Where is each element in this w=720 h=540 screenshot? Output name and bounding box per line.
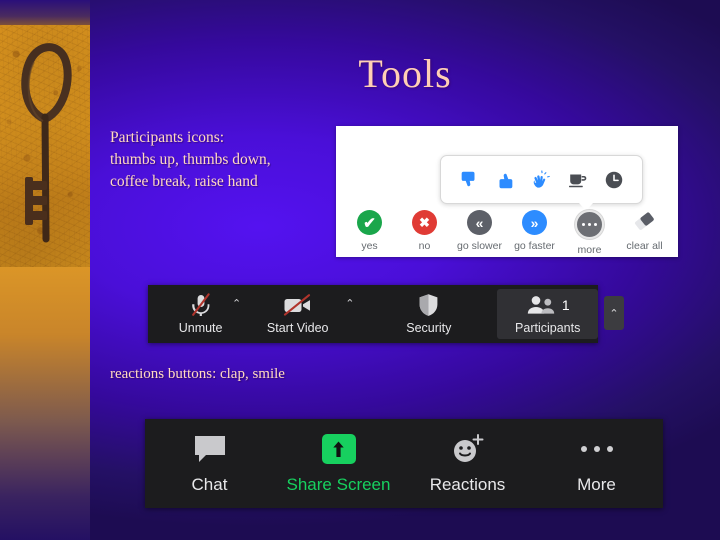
status-label: no <box>418 240 431 252</box>
clapping-hands-icon[interactable] <box>530 169 552 191</box>
status-label: yes <box>361 240 378 252</box>
security-button[interactable]: Security <box>390 285 467 343</box>
zoom-controls-toolbar: Unmute ⌃ Start Video ⌃ Security 1 Partic… <box>148 285 624 343</box>
microphone-muted-icon <box>190 293 212 317</box>
toolbar-label: Unmute <box>178 321 223 335</box>
status-label: go slower <box>457 240 502 252</box>
status-item-go-faster[interactable]: » go faster <box>507 210 562 252</box>
key-icon <box>21 43 72 243</box>
nonverbal-status-row: ✔ yes ✖ no « go slower » go faster more <box>336 210 678 256</box>
unmute-button[interactable]: Unmute ⌃ <box>162 285 241 343</box>
eraser-icon[interactable] <box>632 210 658 235</box>
reactions-smiley-icon <box>450 432 486 466</box>
camera-muted-icon <box>283 293 313 317</box>
zoom-actions-toolbar: Chat Share Screen Reactions More <box>145 419 663 508</box>
more-button[interactable]: More <box>532 419 661 508</box>
status-label: more <box>577 244 602 256</box>
status-item-yes[interactable]: ✔ yes <box>342 210 397 252</box>
more-reactions-popup <box>440 155 643 211</box>
double-chevron-right-icon[interactable]: » <box>522 210 547 235</box>
status-item-no[interactable]: ✖ no <box>397 210 452 252</box>
chat-bubble-icon <box>192 432 228 466</box>
check-circle-icon[interactable]: ✔ <box>357 210 382 235</box>
toolbar-label: Security <box>406 321 452 335</box>
sidebar-decoration <box>0 0 90 540</box>
slide-canvas: Tools Participants icons: thumbs up, thu… <box>0 0 720 540</box>
participants-icons-caption: Participants icons: thumbs up, thumbs do… <box>110 129 271 190</box>
thumbs-down-icon[interactable] <box>458 169 480 191</box>
status-item-go-slower[interactable]: « go slower <box>452 210 507 252</box>
start-video-button[interactable]: Start Video ⌃ <box>249 285 354 343</box>
chevron-up-icon[interactable]: ⌃ <box>604 296 624 330</box>
nonverbal-feedback-panel: ✔ yes ✖ no « go slower » go faster more <box>336 126 678 257</box>
status-label: clear all <box>626 240 663 252</box>
status-item-clear-all[interactable]: clear all <box>617 210 672 252</box>
chevron-up-icon[interactable]: ⌃ <box>345 297 354 310</box>
status-item-more[interactable]: more <box>562 210 617 256</box>
toolbar-label: Reactions <box>429 475 506 494</box>
chevron-up-icon[interactable]: ⌃ <box>232 297 241 310</box>
participants-icon: 1 <box>526 293 570 317</box>
slide-title: Tools <box>358 51 452 96</box>
toolbar-label: Participants <box>515 321 581 335</box>
share-screen-icon <box>321 432 356 466</box>
participants-button[interactable]: 1 Participants ⌃ <box>497 289 624 339</box>
antique-key-photo <box>0 25 90 267</box>
reactions-button[interactable]: Reactions <box>403 419 532 508</box>
toolbar-label: Start Video <box>266 321 329 335</box>
double-chevron-left-icon[interactable]: « <box>467 210 492 235</box>
share-screen-button[interactable]: Share Screen <box>274 419 403 508</box>
participants-count: 1 <box>561 297 570 313</box>
thumbs-up-icon[interactable] <box>494 169 516 191</box>
x-circle-icon[interactable]: ✖ <box>412 210 437 235</box>
toolbar-label: More <box>577 475 616 494</box>
chat-button[interactable]: Chat <box>145 419 274 508</box>
status-label: go faster <box>514 240 555 252</box>
more-dots-icon <box>580 432 613 466</box>
coffee-cup-icon[interactable] <box>567 169 589 191</box>
shield-icon <box>418 293 439 317</box>
more-dots-circle-icon[interactable] <box>575 210 604 239</box>
toolbar-label: Share Screen <box>286 475 391 494</box>
reactions-buttons-caption: reactions buttons: clap, smile <box>110 366 285 382</box>
clock-icon[interactable] <box>603 169 625 191</box>
toolbar-label: Chat <box>191 475 228 494</box>
